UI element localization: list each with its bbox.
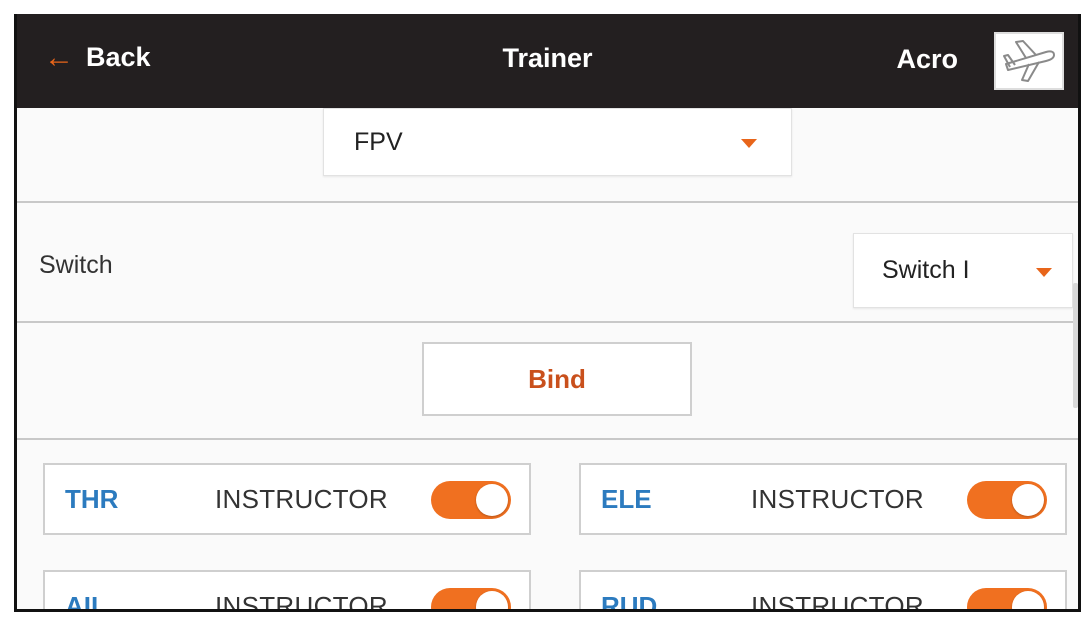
instructor-toggle[interactable] xyxy=(967,588,1047,609)
channel-row-ele: ELE INSTRUCTOR xyxy=(579,463,1067,535)
switch-dropdown[interactable]: Switch I xyxy=(853,233,1073,308)
channel-name: THR xyxy=(65,484,119,514)
switch-value: Switch I xyxy=(882,256,970,284)
channel-mode: INSTRUCTOR xyxy=(215,484,388,514)
instructor-toggle[interactable] xyxy=(967,481,1047,519)
toggle-knob xyxy=(1012,484,1044,516)
channel-mode: INSTRUCTOR xyxy=(215,591,388,612)
channel-mode: INSTRUCTOR xyxy=(751,484,924,514)
chevron-down-icon xyxy=(741,139,757,148)
switch-label: Switch xyxy=(39,251,113,279)
toggle-knob xyxy=(1012,591,1044,609)
bind-button[interactable]: Bind xyxy=(422,342,692,416)
divider xyxy=(17,201,1078,203)
divider xyxy=(17,321,1078,323)
trainer-mode-value: FPV xyxy=(354,128,403,156)
toggle-knob xyxy=(476,484,508,516)
channel-name: ELE xyxy=(601,484,652,514)
channel-name: AIL xyxy=(65,591,107,612)
header-bar: ← Back Trainer Acro xyxy=(17,14,1078,108)
channel-row-rud: RUD INSTRUCTOR xyxy=(579,570,1067,612)
model-name: Acro xyxy=(896,44,958,74)
channel-row-thr: THR INSTRUCTOR xyxy=(43,463,531,535)
channel-row-ail: AIL INSTRUCTOR xyxy=(43,570,531,612)
content-area: FPV Switch Switch I Bind THR INSTRUCTOR … xyxy=(17,108,1078,609)
instructor-toggle[interactable] xyxy=(431,588,511,609)
toggle-knob xyxy=(476,591,508,609)
screen: ← Back Trainer Acro FPV Switch Switch I xyxy=(14,14,1081,612)
scrollbar[interactable] xyxy=(1073,283,1078,408)
airplane-icon[interactable] xyxy=(994,32,1064,90)
channel-name: RUD xyxy=(601,591,658,612)
instructor-toggle[interactable] xyxy=(431,481,511,519)
trainer-mode-dropdown[interactable]: FPV xyxy=(323,108,792,176)
channel-mode: INSTRUCTOR xyxy=(751,591,924,612)
chevron-down-icon xyxy=(1036,268,1052,277)
divider xyxy=(17,438,1078,440)
